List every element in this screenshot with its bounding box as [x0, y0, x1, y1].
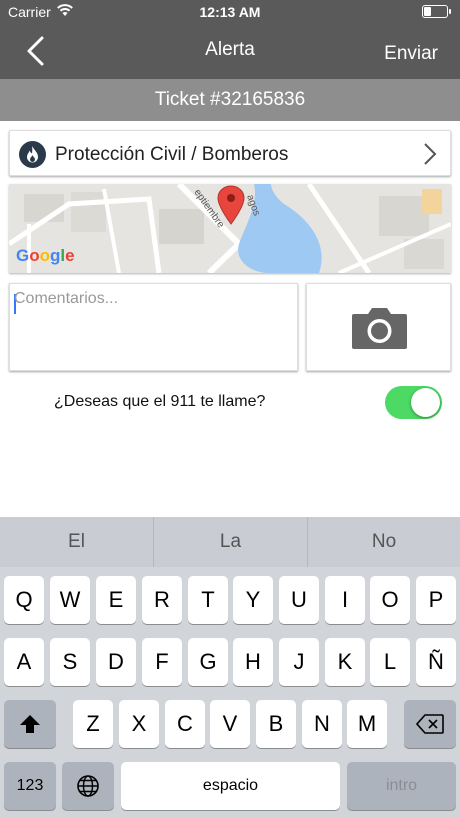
key-q[interactable]: Q [4, 576, 44, 624]
key-enye[interactable]: Ñ [416, 638, 456, 686]
key-j[interactable]: J [279, 638, 319, 686]
key-g[interactable]: G [188, 638, 228, 686]
key-a[interactable]: A [4, 638, 44, 686]
key-k[interactable]: K [325, 638, 365, 686]
space-key[interactable]: espacio [121, 762, 340, 810]
location-map[interactable]: eptiembre agos Google [9, 184, 451, 273]
key-u[interactable]: U [279, 576, 319, 624]
suggestion-1[interactable]: El [0, 517, 153, 567]
key-o[interactable]: O [370, 576, 410, 624]
suggestion-bar: El La No [0, 517, 460, 567]
key-c[interactable]: C [165, 700, 205, 748]
delete-icon [415, 714, 444, 734]
shift-icon [20, 715, 40, 733]
key-f[interactable]: F [142, 638, 182, 686]
category-label: Protección Civil / Bomberos [55, 144, 289, 165]
key-e[interactable]: E [96, 576, 136, 624]
fire-icon [19, 141, 46, 168]
comments-input[interactable] [14, 290, 292, 366]
globe-key[interactable] [62, 762, 114, 810]
category-selector[interactable]: Protección Civil / Bomberos [9, 130, 451, 176]
key-y[interactable]: Y [233, 576, 273, 624]
key-n[interactable]: N [302, 700, 342, 748]
shift-key[interactable] [4, 700, 56, 748]
suggestion-3[interactable]: No [308, 517, 460, 567]
status-bar: Carrier 12:13 AM [0, 0, 460, 24]
suggestion-2[interactable]: La [154, 517, 307, 567]
call-option-label: ¿Deseas que el 911 te llame? [54, 393, 266, 410]
key-w[interactable]: W [50, 576, 90, 624]
key-d[interactable]: D [96, 638, 136, 686]
return-key[interactable]: intro [347, 762, 456, 810]
call-toggle[interactable] [385, 386, 442, 419]
globe-icon [77, 775, 99, 797]
delete-key[interactable] [404, 700, 456, 748]
clock: 12:13 AM [199, 4, 261, 20]
key-b[interactable]: B [256, 700, 296, 748]
key-m[interactable]: M [347, 700, 387, 748]
key-p[interactable]: P [416, 576, 456, 624]
google-logo: Google [16, 246, 75, 265]
camera-icon [352, 308, 407, 349]
numbers-key[interactable]: 123 [4, 762, 56, 810]
key-x[interactable]: X [119, 700, 159, 748]
key-h[interactable]: H [233, 638, 273, 686]
toggle-knob [411, 388, 440, 417]
navigation-bar: Alerta Enviar [0, 24, 460, 79]
key-t[interactable]: T [188, 576, 228, 624]
chevron-right-icon [424, 143, 437, 165]
key-v[interactable]: V [210, 700, 250, 748]
send-button[interactable]: Enviar [384, 43, 438, 65]
keyboard: El La No Q W E R T Y U I O P A S D F G H… [0, 517, 460, 818]
key-r[interactable]: R [142, 576, 182, 624]
key-l[interactable]: L [370, 638, 410, 686]
comments-box[interactable] [9, 283, 298, 371]
ticket-number: Ticket #32165836 [0, 79, 460, 121]
battery-icon [422, 5, 451, 18]
key-s[interactable]: S [50, 638, 90, 686]
camera-button[interactable] [306, 283, 451, 371]
key-i[interactable]: I [325, 576, 365, 624]
key-z[interactable]: Z [73, 700, 113, 748]
